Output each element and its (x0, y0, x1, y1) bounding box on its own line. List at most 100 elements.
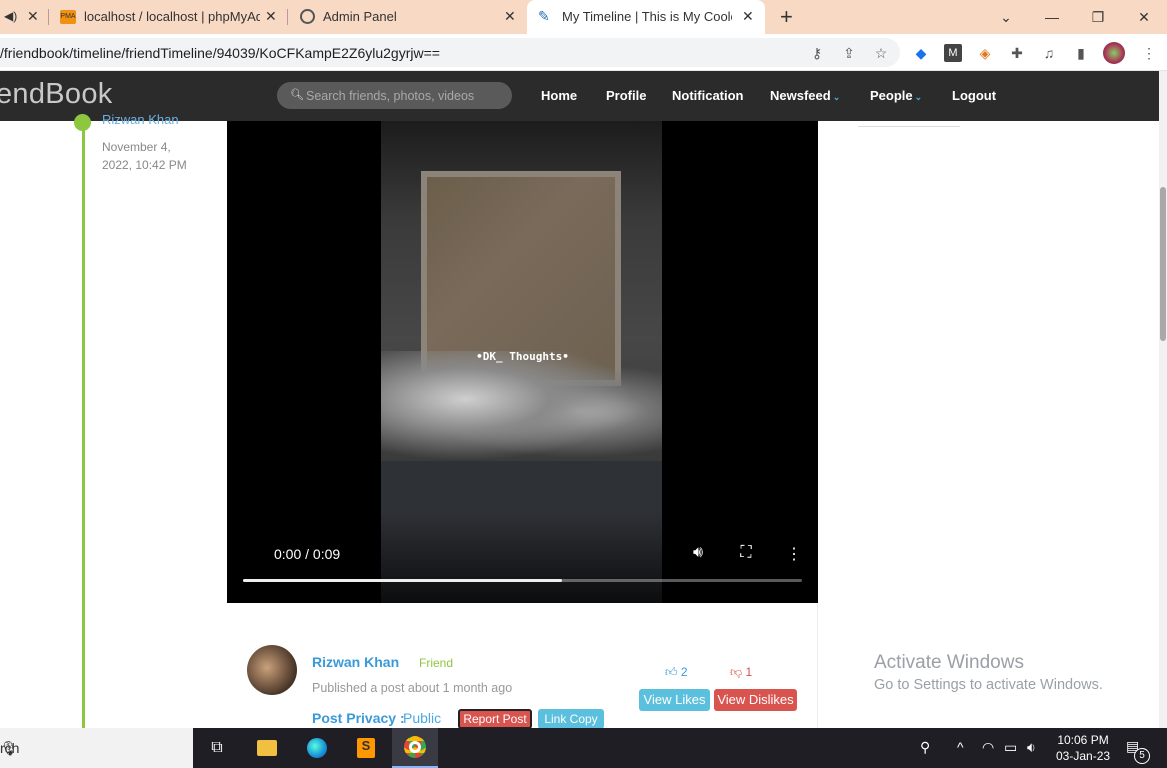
nav-people[interactable]: People ⌄ (870, 88, 922, 103)
kebab-menu-icon[interactable]: ⋮ (1140, 44, 1158, 62)
close-icon[interactable]: ✕ (504, 8, 516, 25)
post-author[interactable]: Rizwan Khan (312, 654, 399, 670)
search-icon: 🔍︎ (290, 89, 304, 101)
tab-my-timeline[interactable]: ✎ My Timeline | This is My Coolest ✕ (527, 0, 765, 34)
chevron-up-icon[interactable]: ^ (957, 739, 964, 755)
scrollbar-thumb[interactable] (1160, 187, 1166, 341)
site-logo[interactable]: endBook (0, 78, 113, 111)
star-icon[interactable]: ☆ (872, 44, 890, 62)
minimize-icon: — (1045, 9, 1059, 25)
puzzle-icon[interactable]: ✚ (1008, 44, 1026, 62)
microphone-icon[interactable]: 🎙︎ (0, 740, 18, 757)
nav-notification[interactable]: Notification (672, 88, 744, 103)
key-icon[interactable]: ⚷ (808, 44, 826, 62)
close-icon[interactable]: ✕ (742, 8, 754, 25)
taskbar-clock[interactable]: 10:06 PM 03-Jan-23 (1056, 732, 1110, 764)
close-icon: ✕ (1138, 8, 1150, 25)
sidebar-divider (858, 126, 960, 127)
nav-logout[interactable]: Logout (952, 88, 996, 103)
search-box: 🔍︎ (277, 82, 512, 109)
browser-toolbar: /friendbook/timeline/friendTimeline/9403… (0, 34, 1167, 71)
taskbar-search[interactable]: rch 🎙︎ (0, 728, 193, 768)
chevron-down-icon: ⌄ (832, 92, 841, 102)
folder-icon (257, 740, 277, 756)
chrome-button[interactable] (392, 728, 438, 768)
video-player[interactable]: •DK_ Thoughts• ▶ 0:00 / 0:09 🔊︎ ⛶ ⋮ (227, 121, 818, 681)
privacy-value[interactable]: Public (403, 710, 441, 726)
media-icon[interactable]: ♫ (1040, 44, 1058, 62)
tab-search-button[interactable]: ⌄ (983, 0, 1029, 34)
edge-button[interactable] (294, 728, 340, 768)
window-close-button[interactable]: ✕ (1121, 0, 1167, 34)
avatar[interactable] (247, 645, 297, 695)
video-progress-bar[interactable] (243, 579, 802, 582)
chevron-down-icon: ⌄ (914, 92, 923, 102)
nav-profile[interactable]: Profile (606, 88, 646, 103)
dislike-count[interactable]: 👎︎ 1 (730, 665, 752, 680)
speaker-icon: ◀) (4, 9, 18, 23)
post-meta: Published a post about 1 month ago (312, 681, 513, 695)
extension-m-icon[interactable]: M (944, 44, 962, 62)
video-watermark: •DK_ Thoughts• (476, 350, 569, 363)
report-post-button[interactable]: Report Post (458, 709, 532, 729)
battery-icon[interactable]: ▭ (1004, 739, 1017, 756)
sublime-button[interactable]: S (343, 728, 389, 768)
browser-tab-strip: ◀) ✕ PMA localhost / localhost | phpMyAd… (0, 0, 1167, 34)
metamask-icon[interactable]: ◈ (976, 44, 994, 62)
view-dislikes-button[interactable]: View Dislikes (714, 689, 797, 711)
minimize-button[interactable]: — (1029, 0, 1075, 34)
more-options-icon[interactable]: ⋮ (784, 544, 804, 564)
sublime-icon: S (357, 738, 375, 758)
nav-people-label: People (870, 88, 913, 103)
activate-subtitle: Go to Settings to activate Windows. (874, 677, 1103, 693)
tab-audio[interactable]: ◀) ✕ (0, 0, 50, 34)
volume-icon[interactable]: 🔉︎ (1027, 739, 1036, 756)
windows-taskbar: rch 🎙︎ ⧉ S ⚲ ^ ◠ ▭ 🔉︎ 10:06 PM 03-Jan-23… (0, 728, 1167, 768)
volume-icon[interactable]: 🔊︎ (688, 544, 708, 564)
video-progress-fill (243, 579, 562, 582)
relation-badge: Friend (419, 656, 454, 670)
restore-button[interactable]: ❐ (1075, 0, 1121, 34)
tab-title: My Timeline | This is My Coolest (562, 9, 732, 24)
profile-avatar-icon[interactable] (1103, 42, 1125, 64)
edge-icon (307, 738, 327, 758)
file-explorer-button[interactable] (244, 728, 290, 768)
task-view-button[interactable]: ⧉ (194, 728, 240, 768)
address-bar[interactable]: /friendbook/timeline/friendTimeline/9403… (0, 38, 900, 67)
search-input[interactable] (306, 86, 501, 105)
tab-phpmyadmin[interactable]: PMA localhost / localhost | phpMyAdmin ✕ (50, 0, 286, 34)
tab-title: localhost / localhost | phpMyAdmin (84, 9, 260, 24)
fullscreen-icon[interactable]: ⛶ (736, 544, 756, 564)
privacy-label: Post Privacy : (312, 710, 405, 726)
restore-icon: ❐ (1091, 8, 1105, 25)
clock-time: 10:06 PM (1057, 733, 1109, 747)
like-count[interactable]: 👍︎ 2 (665, 665, 688, 680)
nav-home[interactable]: Home (541, 88, 577, 103)
timeline-date: November 4, 2022, 10:42 PM (102, 140, 187, 172)
link-copy-button[interactable]: Link Copy (538, 709, 604, 729)
thumbs-down-icon: 👎︎ (730, 665, 743, 679)
wifi-icon[interactable]: ◠ (982, 739, 994, 756)
timeline-line (82, 121, 85, 728)
nav-newsfeed[interactable]: Newsfeed ⌄ (770, 88, 840, 103)
extension-diamond-icon[interactable]: ◆ (912, 44, 930, 62)
activate-windows-watermark: Activate Windows Go to Settings to activ… (874, 652, 1103, 693)
clock-date: 03-Jan-23 (1056, 749, 1111, 763)
chevron-down-icon: ⌄ (1000, 8, 1012, 25)
sidepanel-icon[interactable]: ▮ (1072, 44, 1090, 62)
video-time: 0:00 / 0:09 (274, 546, 341, 562)
dislike-count-value: 1 (745, 665, 753, 679)
close-icon[interactable]: ✕ (27, 8, 39, 25)
new-tab-button[interactable]: + (775, 0, 801, 34)
activate-title: Activate Windows (874, 652, 1024, 673)
feather-icon: ✎ (538, 8, 550, 24)
close-icon[interactable]: ✕ (265, 8, 277, 25)
timeline-author[interactable]: Rizwan Khan (102, 112, 179, 127)
like-count-value: 2 (680, 665, 688, 679)
tab-admin-panel[interactable]: Admin Panel ✕ (288, 0, 526, 34)
page-scrollbar[interactable] (1159, 71, 1167, 728)
view-likes-button[interactable]: View Likes (639, 689, 710, 711)
nav-newsfeed-label: Newsfeed (770, 88, 831, 103)
share-icon[interactable]: ⇪ (840, 44, 858, 62)
people-icon[interactable]: ⚲ (920, 739, 930, 756)
